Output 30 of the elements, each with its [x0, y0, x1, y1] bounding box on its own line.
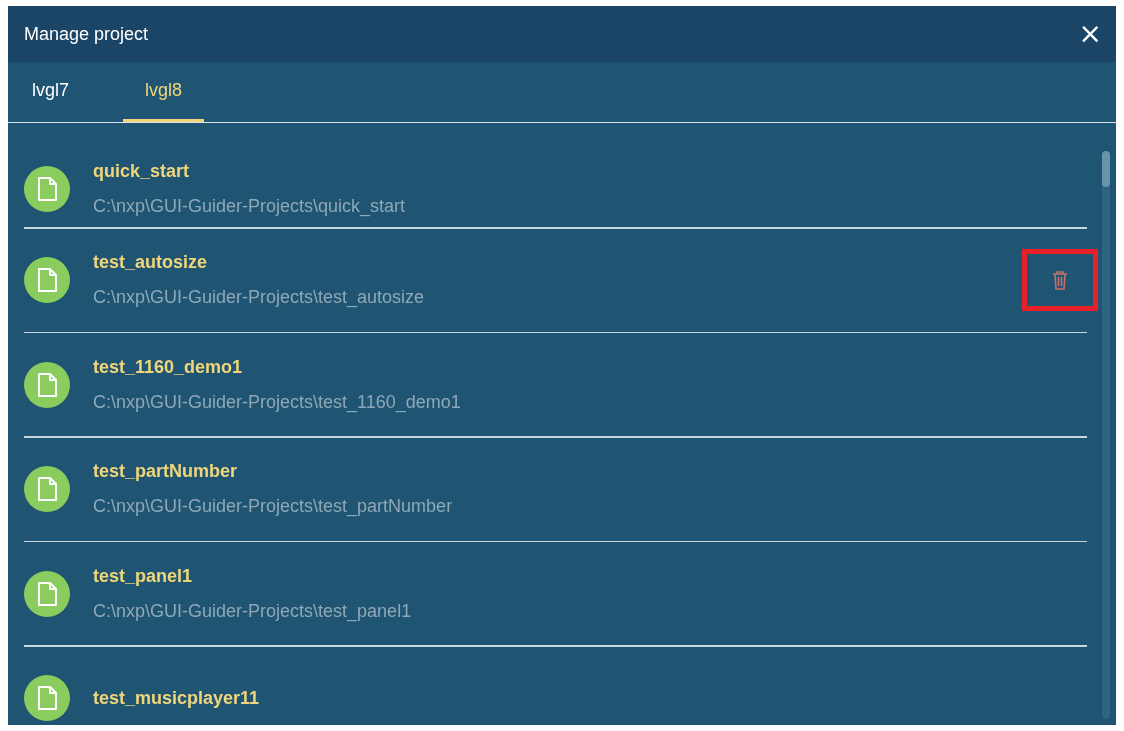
trash-icon	[1051, 270, 1069, 290]
project-name: test_partNumber	[93, 461, 239, 482]
project-name: test_1160_demo1	[93, 356, 244, 378]
tab[interactable]: lvgl7	[16, 62, 86, 122]
project-item[interactable]: test_panel1 C:\nxp\GUI-Guider-Projects\test_panel1	[24, 542, 1098, 645]
project-name: test_musicplayer11	[93, 687, 261, 709]
delete-button[interactable]	[1022, 249, 1098, 311]
file-icon	[24, 257, 70, 303]
tab[interactable]: lvgl8	[123, 62, 205, 122]
project-path: C:\nxp\GUI-Guider-Projects\test_partNumber	[93, 496, 454, 517]
project-item[interactable]: test_1160_demo1 C:\nxp\GUI-Guider-Projects\test_1160_demo1	[24, 333, 1098, 436]
file-icon	[24, 675, 70, 721]
file-icon	[24, 361, 70, 408]
project-item[interactable]: quick_start C:\nxp\GUI-Guider-Projects\quick_start	[24, 151, 1098, 227]
close-button[interactable]: ×	[1074, 20, 1106, 48]
file-icon	[24, 166, 70, 212]
project-path: C:\nxp\GUI-Guider-Projects\test_panel1	[93, 600, 413, 622]
project-name: test_autosize	[93, 252, 209, 273]
file-icon	[24, 570, 70, 617]
project-path: C:\nxp\GUI-Guider-Projects\test_autosize	[93, 287, 426, 308]
scrollbar[interactable]	[1102, 151, 1110, 719]
project-item[interactable]: test_partNumber C:\nxp\GUI-Guider-Projects\test_partNumber	[24, 437, 1098, 541]
file-icon	[24, 466, 70, 512]
project-path: C:\nxp\GUI-Guider-Projects\test_1160_demo1	[93, 391, 462, 413]
project-item[interactable]: test_autosize C:\nxp\GUI-Guider-Projects\test_autosize	[24, 228, 1098, 332]
project-item[interactable]: test_musicplayer11	[24, 646, 1098, 725]
project-name: test_panel1	[93, 565, 194, 587]
project-name: quick_start	[93, 161, 191, 182]
project-path: C:\nxp\GUI-Guider-Projects\quick_start	[93, 196, 407, 217]
dialog-title: Manage project	[24, 23, 149, 45]
